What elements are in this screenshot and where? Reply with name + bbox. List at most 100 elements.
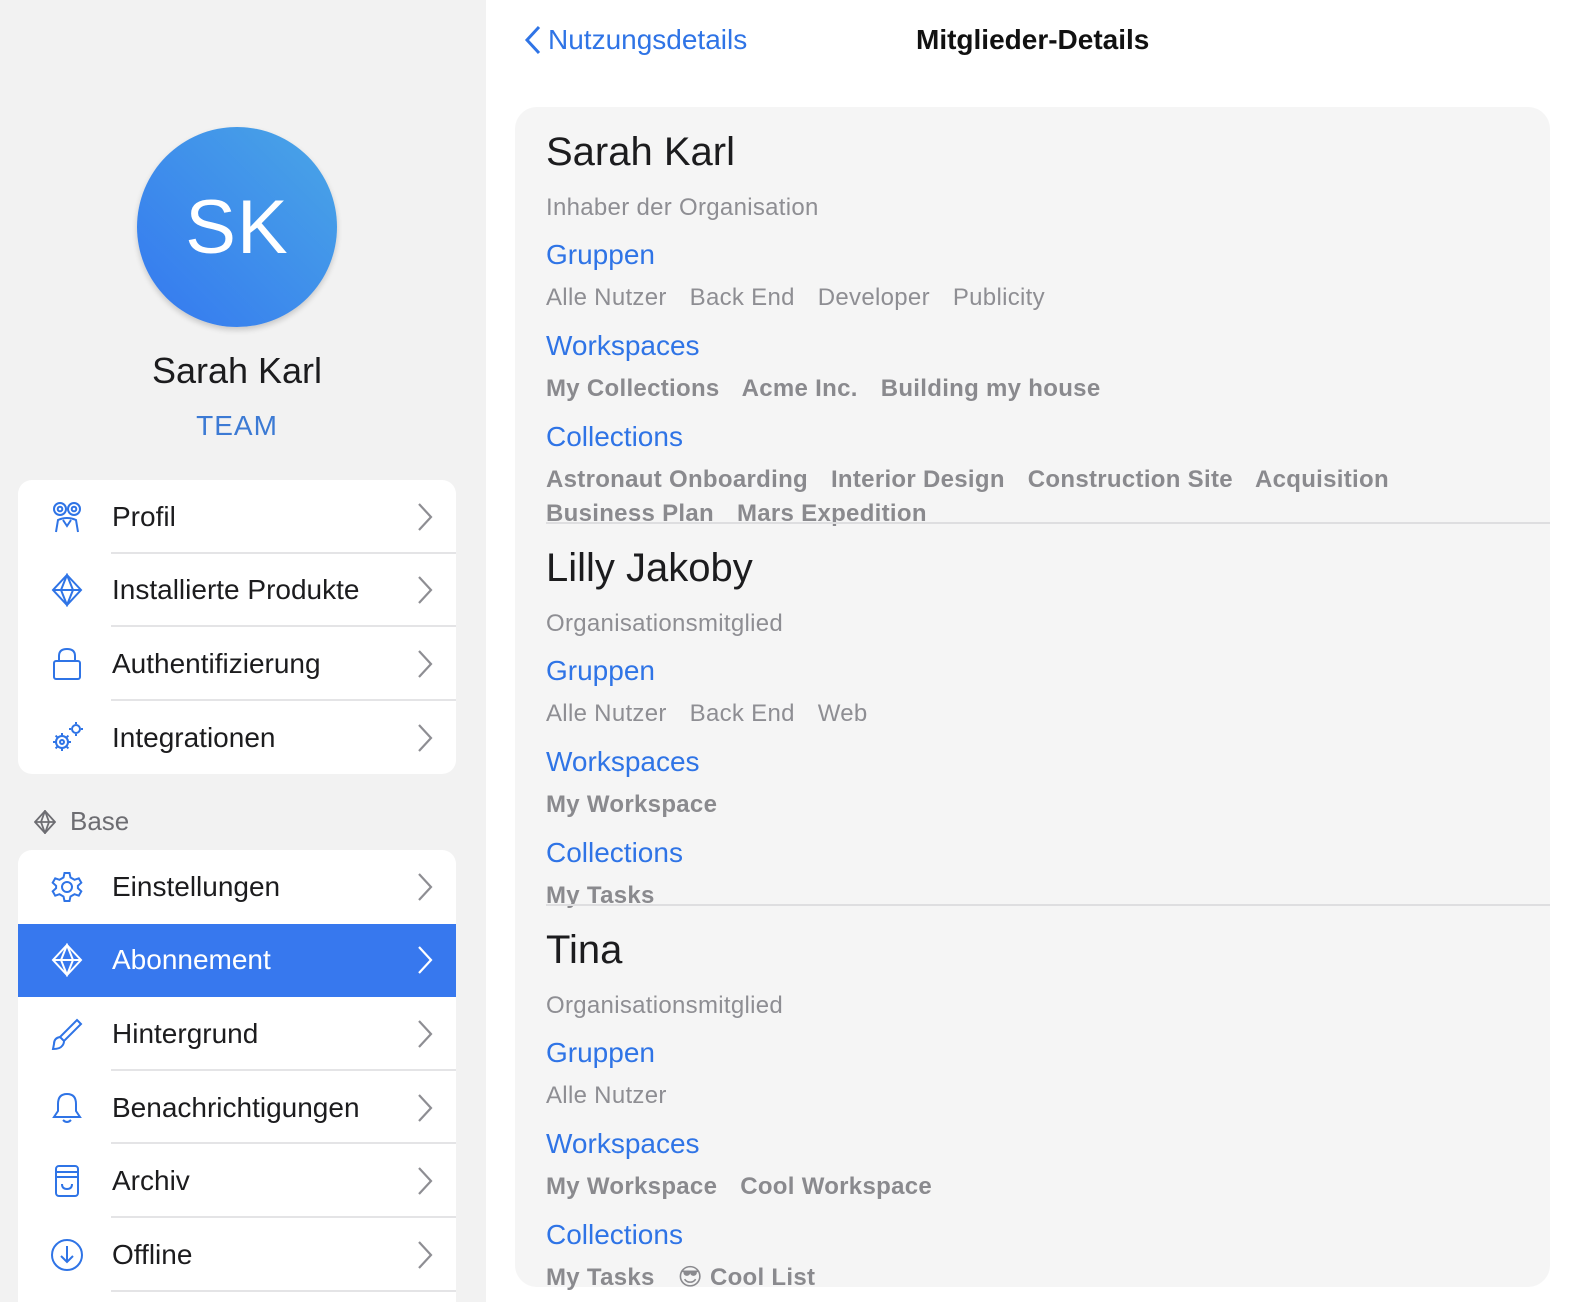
member-card: Tina Organisationsmitglied Gruppen Alle … [546, 928, 1550, 1295]
divider [111, 1289, 456, 1292]
collection-tag: Acquisition [1254, 466, 1389, 493]
groups-list: Alle Nutzer Back End Developer Publicity [546, 281, 1550, 315]
lock-icon [48, 645, 86, 683]
group-tag: Alle Nutzer [546, 700, 667, 727]
avatar-initials: SK [185, 184, 289, 270]
collections-heading: Collections [546, 1219, 683, 1250]
sidebar-item-label: Installierte Produkte [112, 574, 360, 606]
groups-list: Alle Nutzer Back End Web [546, 697, 1550, 731]
plan-badge: TEAM [196, 410, 278, 441]
back-label: Nutzungsdetails [548, 24, 748, 55]
sidebar-item-abonnement[interactable]: Abonnement [18, 923, 456, 998]
workspaces-heading: Workspaces [546, 1128, 700, 1159]
collections-list: My Tasks [546, 879, 1550, 913]
collection-tag: Astronaut Onboarding [546, 466, 808, 493]
workspaces-list: My Workspace Cool Workspace [546, 1170, 1550, 1204]
collection-tag: Construction Site [1027, 466, 1233, 493]
sidebar-item-hintergrund[interactable]: Hintergrund [18, 997, 456, 1071]
workspace-tag: My Workspace [546, 791, 718, 818]
member-role: Organisationsmitglied [546, 610, 784, 637]
sidebar-item-authentifizierung[interactable]: Authentifizierung [18, 627, 456, 701]
account-menu: Profil Installierte Produkte Authentifiz… [18, 480, 456, 774]
group-tag: Back End [689, 284, 795, 311]
chevron-right-icon [418, 650, 433, 678]
back-button[interactable]: Nutzungsdetails [524, 24, 747, 56]
collection-tag: Interior Design [830, 466, 1005, 493]
sidebar-item-label: Abonnement [112, 944, 271, 976]
sidebar-item-benachrichtigungen[interactable]: Benachrichtigungen [18, 1071, 456, 1145]
profile-icon [48, 498, 86, 536]
avatar[interactable]: SK [137, 127, 337, 327]
sidebar-item-installierte-produkte[interactable]: Installierte Produkte [18, 554, 456, 628]
group-tag: Alle Nutzer [546, 1082, 667, 1109]
divider [546, 904, 1550, 906]
sidebar-item-label: Hintergrund [112, 1017, 259, 1049]
workspaces-heading: Workspaces [546, 746, 700, 777]
base-menu: Einstellungen Abonnement Hintergrund Ben… [18, 850, 456, 1302]
sidebar-item-label: Integrationen [112, 721, 276, 753]
chevron-right-icon [418, 1093, 433, 1122]
member-card: Sarah Karl Inhaber der Organisation Grup… [546, 130, 1550, 531]
workspaces-heading: Workspaces [546, 330, 700, 361]
workspace-tag: Building my house [880, 375, 1101, 402]
sidebar-item-label: Profil [112, 500, 176, 532]
diamond-icon [48, 571, 86, 609]
chevron-right-icon [418, 1241, 433, 1269]
collections-list: Astronaut Onboarding Interior Design Con… [546, 463, 1550, 531]
chevron-right-icon [418, 873, 433, 901]
group-tag: Publicity [952, 284, 1045, 311]
workspace-tag: My Workspace [546, 1173, 718, 1200]
member-role: Organisationsmitglied [546, 992, 784, 1019]
sidebar-item-label: Offline [112, 1238, 193, 1270]
groups-heading: Gruppen [546, 239, 655, 270]
collections-heading: Collections [546, 837, 683, 868]
page-title: Mitglieder-Details [916, 24, 1150, 55]
collections-list: My Tasks 😎 Cool List [546, 1261, 1550, 1295]
member-role: Inhaber der Organisation [546, 194, 819, 221]
workspace-tag: My Collections [546, 375, 720, 402]
groups-heading: Gruppen [546, 1037, 655, 1068]
sidebar-item-offline[interactable]: Offline [18, 1218, 456, 1292]
diamond-icon [34, 809, 56, 834]
groups-heading: Gruppen [546, 655, 655, 686]
sidebar-item-archiv[interactable]: Archiv [18, 1144, 456, 1218]
chevron-right-icon [418, 946, 433, 975]
sidebar-item-label: Benachrichtigungen [112, 1091, 360, 1123]
member-card: Lilly Jakoby Organisationsmitglied Grupp… [546, 546, 1550, 913]
member-name: Tina [546, 928, 623, 972]
chevron-right-icon [418, 1020, 433, 1048]
sidebar-item-label: Authentifizierung [112, 647, 321, 679]
chevron-right-icon [418, 576, 433, 605]
diamond-icon [48, 941, 86, 979]
brush-icon [48, 1015, 86, 1053]
workspace-tag: Acme Inc. [741, 375, 858, 402]
group-tag: Back End [689, 700, 795, 727]
sidebar-item-integrationen[interactable]: Integrationen [18, 701, 456, 774]
groups-list: Alle Nutzer [546, 1079, 1550, 1113]
divider [546, 522, 1550, 524]
profile-name: Sarah Karl [151, 350, 323, 391]
chevron-left-icon [524, 25, 541, 55]
member-name: Lilly Jakoby [546, 546, 753, 590]
download-circle-icon [48, 1236, 86, 1274]
section-header-base: Base [34, 806, 129, 837]
sidebar-item-label: Archiv [112, 1165, 190, 1197]
sidebar-item-profil[interactable]: Profil [18, 480, 456, 554]
sidebar-item-einstellungen[interactable]: Einstellungen [18, 850, 456, 924]
collection-tag: 😎 Cool List [677, 1264, 816, 1291]
workspace-tag: Cool Workspace [740, 1173, 933, 1200]
bell-icon [48, 1089, 86, 1127]
archive-icon [48, 1162, 86, 1200]
workspaces-list: My Collections Acme Inc. Building my hou… [546, 372, 1550, 406]
group-tag: Web [817, 700, 868, 727]
chevron-right-icon [418, 1167, 433, 1195]
section-label: Base [70, 806, 130, 836]
sidebar-item-label: Einstellungen [112, 870, 281, 902]
chevron-right-icon [418, 503, 433, 531]
collections-heading: Collections [546, 421, 683, 452]
group-tag: Alle Nutzer [546, 284, 667, 311]
sidebar: SK Sarah Karl TEAM Profil Installierte P [0, 0, 486, 1302]
chevron-right-icon [418, 723, 433, 752]
collection-tag: My Tasks [546, 1264, 655, 1291]
gears-icon [48, 719, 86, 757]
